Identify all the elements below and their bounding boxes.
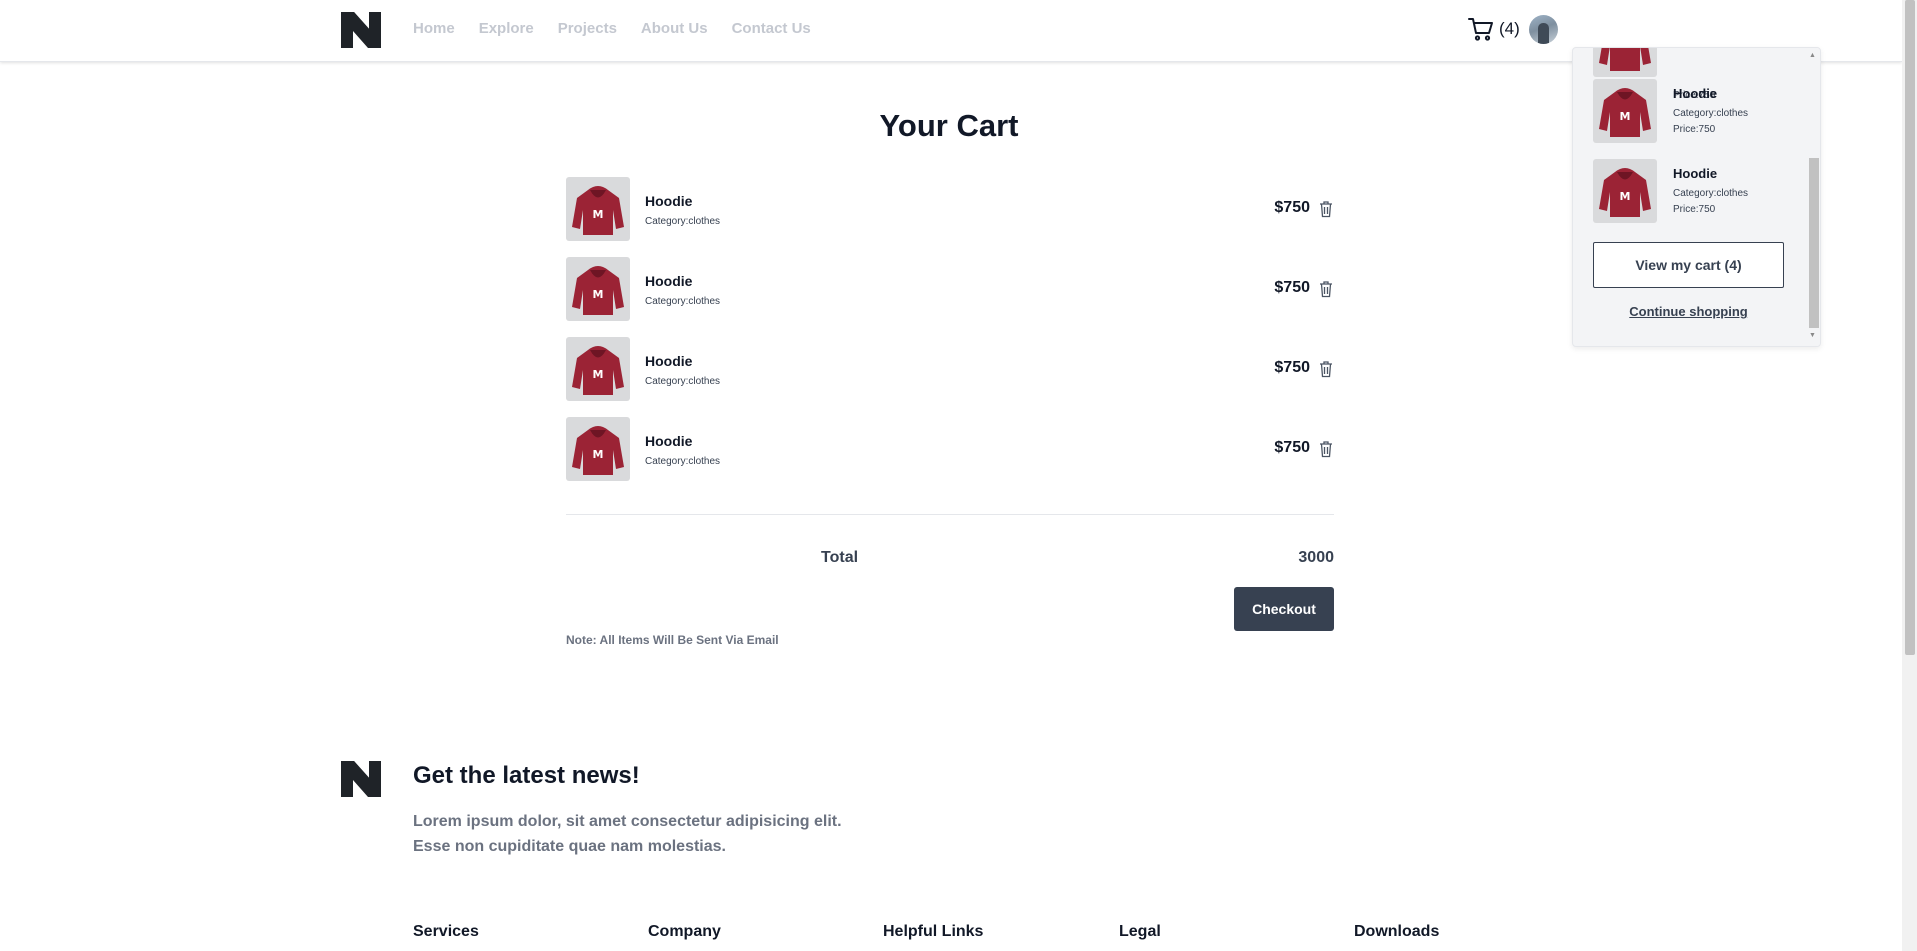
avatar[interactable] — [1529, 15, 1558, 44]
page-scrollbar[interactable] — [1902, 0, 1917, 951]
trash-icon[interactable] — [1318, 280, 1334, 298]
dropdown-item: M Hoodie Category:clothes Price:750 — [1593, 159, 1803, 223]
hoodie-image — [1593, 48, 1657, 77]
dropdown-scrollbar[interactable]: ▲ ▼ — [1807, 48, 1820, 346]
dropdown-item: M Hoodie Category:clothes Price:750 — [1593, 79, 1803, 143]
item-price: $750 — [1274, 439, 1310, 456]
cart-dropdown: Price:750 M Hoodie Category:clothes Pric… — [1572, 47, 1821, 347]
footer-heading-services: Services — [413, 923, 479, 940]
checkout-button[interactable]: Checkout — [1234, 587, 1334, 631]
svg-text:M: M — [593, 288, 604, 301]
nav-home[interactable]: Home — [413, 20, 455, 37]
n-logo-icon[interactable] — [341, 12, 381, 48]
footer-heading-helpful-links: Helpful Links — [883, 923, 984, 940]
cart-item: M Hoodie Category:clothes $750 — [566, 417, 1334, 497]
continue-shopping-link[interactable]: Continue shopping — [1593, 304, 1784, 319]
scrollbar-thumb[interactable] — [1905, 0, 1915, 655]
trash-icon[interactable] — [1318, 440, 1334, 458]
item-name: Hoodie — [645, 193, 693, 209]
svg-text:M: M — [1620, 190, 1631, 203]
dropdown-item-price: Price:750 — [1673, 124, 1716, 135]
scroll-up-arrow-icon[interactable]: ▲ — [1809, 52, 1816, 59]
nav-explore[interactable]: Explore — [479, 20, 534, 37]
footer-heading-legal: Legal — [1119, 923, 1161, 940]
newsletter-line: Esse non cupiditate quae nam molestias. — [413, 838, 726, 855]
scrollbar-thumb[interactable] — [1809, 158, 1819, 328]
main-nav: Home Explore Projects About Us Contact U… — [413, 20, 811, 37]
hoodie-image: M — [1593, 79, 1657, 143]
svg-text:M: M — [593, 448, 604, 461]
dropdown-item-category: Category:clothes — [1673, 188, 1749, 199]
nav-about-us[interactable]: About Us — [641, 20, 708, 37]
dropdown-item-name: Hoodie — [1673, 86, 1718, 101]
total-value: 3000 — [1298, 549, 1334, 566]
cart-button[interactable]: (4) — [1468, 17, 1520, 41]
dropdown-item-category: Category:clothes — [1673, 108, 1749, 119]
item-name: Hoodie — [645, 273, 693, 289]
cart-item: M Hoodie Category:clothes $750 — [566, 257, 1334, 337]
footer-heading-downloads: Downloads — [1354, 923, 1440, 940]
nav-projects[interactable]: Projects — [558, 20, 617, 37]
svg-text:M: M — [593, 208, 604, 221]
item-category: Category:clothes — [645, 376, 721, 387]
newsletter-text: Lorem ipsum dolor, sit amet consectetur … — [413, 809, 853, 859]
svg-text:M: M — [1620, 110, 1631, 123]
cart-item: M Hoodie Category:clothes $750 — [566, 337, 1334, 417]
shopping-cart-icon — [1468, 18, 1493, 41]
hoodie-image: M — [566, 417, 630, 481]
cart-items-list: M Hoodie Category:clothes $750 M Hoodie … — [566, 177, 1334, 497]
hoodie-image: M — [566, 337, 630, 401]
total-label: Total — [821, 549, 859, 566]
email-note: Note: All Items Will Be Sent Via Email — [566, 633, 779, 647]
hoodie-image: M — [566, 257, 630, 321]
item-name: Hoodie — [645, 353, 693, 369]
hoodie-image: M — [1593, 159, 1657, 223]
item-price: $750 — [1274, 279, 1310, 296]
dropdown-item-name: Hoodie — [1673, 166, 1718, 181]
item-price: $750 — [1274, 199, 1310, 216]
scroll-down-arrow-icon[interactable]: ▼ — [1809, 332, 1816, 339]
footer-heading-company: Company — [648, 923, 721, 940]
trash-icon[interactable] — [1318, 360, 1334, 378]
trash-icon[interactable] — [1318, 200, 1334, 218]
nav-contact-us[interactable]: Contact Us — [732, 20, 811, 37]
item-category: Category:clothes — [645, 456, 721, 467]
newsletter-line: Lorem ipsum dolor, sit amet consectetur … — [413, 813, 842, 830]
cart-count: (4) — [1499, 19, 1520, 38]
item-category: Category:clothes — [645, 216, 721, 227]
item-name: Hoodie — [645, 433, 693, 449]
hoodie-image: M — [566, 177, 630, 241]
newsletter-title: Get the latest news! — [413, 762, 640, 789]
n-logo-icon — [341, 761, 381, 797]
dropdown-item-price: Price:750 — [1673, 204, 1716, 215]
item-price: $750 — [1274, 359, 1310, 376]
view-cart-button[interactable]: View my cart (4) — [1593, 242, 1784, 288]
svg-text:M: M — [593, 368, 604, 381]
divider — [566, 514, 1334, 515]
item-category: Category:clothes — [645, 296, 721, 307]
cart-item: M Hoodie Category:clothes $750 — [566, 177, 1334, 257]
